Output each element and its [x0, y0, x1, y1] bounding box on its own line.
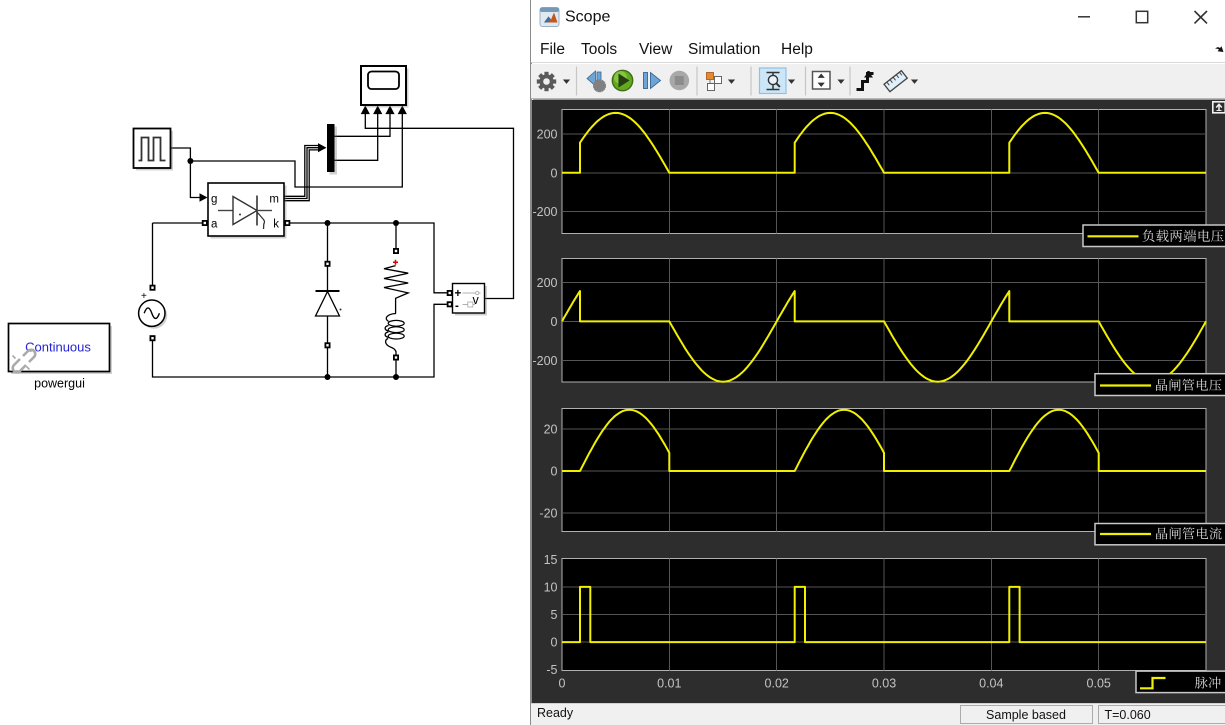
svg-text:10: 10	[544, 580, 558, 594]
svg-text:0.05: 0.05	[1087, 677, 1111, 691]
svg-text:-200: -200	[532, 205, 557, 219]
svg-text:0: 0	[559, 677, 566, 691]
svg-text:200: 200	[537, 276, 558, 290]
svg-text:0: 0	[551, 315, 558, 329]
svg-text:0: 0	[551, 465, 558, 479]
svg-text:200: 200	[537, 128, 558, 142]
svg-text:0.01: 0.01	[657, 677, 681, 691]
svg-text:5: 5	[551, 608, 558, 622]
svg-text:0.02: 0.02	[765, 677, 789, 691]
svg-text:-200: -200	[532, 354, 557, 368]
svg-text:Scope: Scope	[565, 9, 610, 26]
svg-text:15: 15	[544, 553, 558, 567]
svg-text:20: 20	[544, 423, 558, 437]
svg-text:-20: -20	[539, 506, 557, 520]
svg-text:0: 0	[551, 636, 558, 650]
svg-text:0.04: 0.04	[979, 677, 1003, 691]
svg-text:0.03: 0.03	[872, 677, 896, 691]
svg-text:0: 0	[551, 166, 558, 180]
svg-text:-5: -5	[546, 663, 557, 677]
